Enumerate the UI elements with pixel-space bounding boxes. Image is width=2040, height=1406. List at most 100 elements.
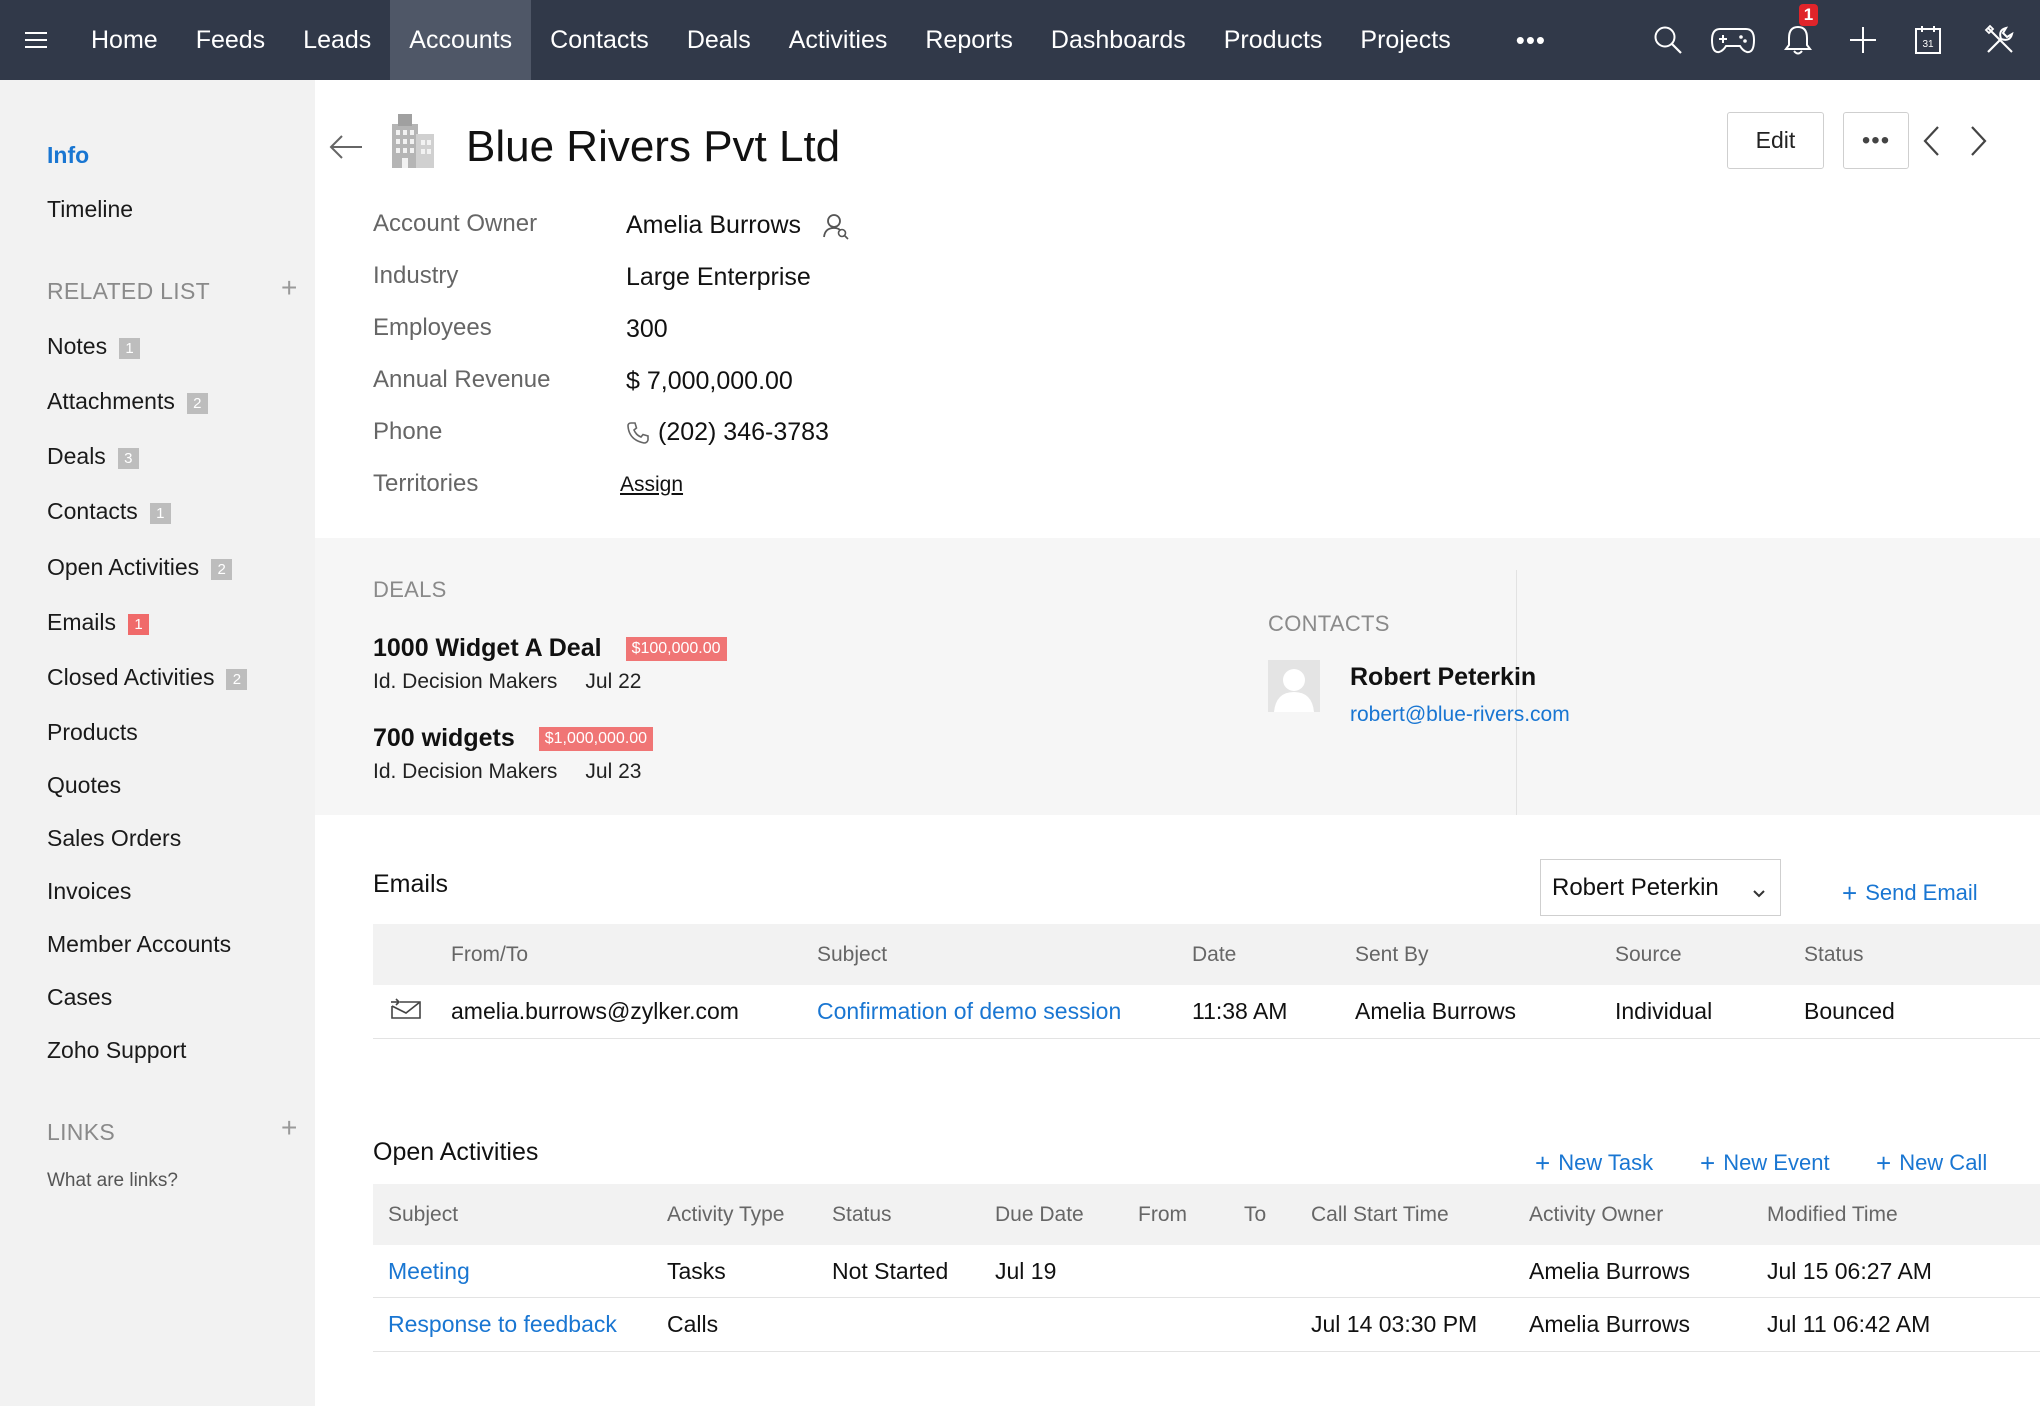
nav-home[interactable]: Home — [72, 0, 177, 80]
email-subject-link[interactable]: Confirmation of demo session — [817, 998, 1121, 1025]
plus-icon[interactable] — [1830, 0, 1895, 80]
sidebar-item-closed-activities[interactable]: Closed Activities 2 — [47, 664, 248, 691]
nav-reports[interactable]: Reports — [906, 0, 1032, 80]
activity-status: Not Started — [832, 1258, 949, 1284]
activity-due-date: Jul 19 — [995, 1258, 1057, 1284]
count-badge: 1 — [119, 338, 141, 359]
add-link-icon[interactable]: + — [281, 1112, 297, 1144]
gamepad-icon[interactable] — [1700, 0, 1765, 80]
new-call-button[interactable]: + New Call — [1876, 1146, 1987, 1178]
email-contact-dropdown[interactable]: Robert Peterkin — [1540, 859, 1781, 916]
nav-deals[interactable]: Deals — [668, 0, 770, 80]
assign-territory-link[interactable]: Assign — [620, 473, 683, 497]
contacts-heading: CONTACTS — [1268, 611, 1390, 636]
nav-utility-icons: 1 31 — [1635, 0, 2040, 80]
deal-item[interactable]: 1000 Widget A Deal $100,000.00 — [373, 634, 727, 663]
field-label-phone: Phone — [373, 418, 443, 445]
sidebar-item-timeline[interactable]: Timeline — [47, 196, 133, 223]
sidebar-item-quotes[interactable]: Quotes — [47, 772, 121, 799]
column-header[interactable]: Activity Type — [667, 1203, 785, 1227]
contact-name[interactable]: Robert Peterkin — [1350, 663, 1536, 692]
nav-accounts[interactable]: Accounts — [390, 0, 532, 80]
email-from: amelia.burrows@zylker.com — [451, 998, 739, 1024]
what-are-links-link[interactable]: What are links? — [47, 1170, 178, 1192]
column-header[interactable]: Activity Owner — [1529, 1203, 1663, 1227]
sidebar-item-open-activities[interactable]: Open Activities 2 — [47, 554, 233, 581]
nav-products[interactable]: Products — [1205, 0, 1342, 80]
column-header[interactable]: Subject — [388, 1203, 458, 1227]
sidebar-item-label: Attachments — [47, 388, 175, 414]
nav-feeds[interactable]: Feeds — [177, 0, 284, 80]
plus-icon: + — [1535, 1148, 1551, 1178]
activity-subject-link[interactable]: Meeting — [388, 1258, 470, 1285]
column-header[interactable]: Status — [832, 1203, 892, 1227]
column-header[interactable]: Status — [1804, 943, 1864, 967]
bell-icon[interactable]: 1 — [1765, 0, 1830, 80]
column-header[interactable]: Sent By — [1355, 943, 1429, 967]
previous-record-icon[interactable] — [1921, 124, 1943, 163]
tools-icon[interactable] — [1960, 0, 2040, 80]
email-contact-selected: Robert Peterkin — [1552, 873, 1719, 901]
count-badge: 3 — [117, 448, 139, 469]
sidebar-item-emails[interactable]: Emails 1 — [47, 609, 150, 636]
column-header[interactable]: Subject — [817, 943, 887, 967]
sidebar-item-label: Emails — [47, 609, 117, 635]
contact-email-link[interactable]: robert@blue-rivers.com — [1350, 703, 1570, 727]
deal-item[interactable]: 700 widgets $1,000,000.00 — [373, 724, 654, 753]
nav-dashboards[interactable]: Dashboards — [1032, 0, 1205, 80]
sidebar-item-deals[interactable]: Deals 3 — [47, 443, 139, 470]
sidebar-item-info[interactable]: Info — [47, 142, 89, 169]
column-header[interactable]: To — [1244, 1203, 1266, 1227]
send-email-button[interactable]: + Send Email — [1842, 876, 1978, 908]
calendar-icon[interactable]: 31 — [1895, 0, 1960, 80]
field-label-annual-revenue: Annual Revenue — [373, 366, 551, 393]
column-header[interactable]: Source — [1615, 943, 1682, 967]
sidebar-item-member-accounts[interactable]: Member Accounts — [47, 931, 231, 958]
sidebar-item-label: Open Activities — [47, 554, 200, 580]
row-divider — [373, 1297, 2040, 1298]
sidebar-item-products[interactable]: Products — [47, 719, 138, 746]
field-value-phone: (202) 346-3783 — [626, 418, 829, 447]
sidebar-item-cases[interactable]: Cases — [47, 984, 112, 1011]
nav-projects[interactable]: Projects — [1341, 0, 1469, 80]
search-icon[interactable] — [1635, 0, 1700, 80]
sidebar-item-invoices[interactable]: Invoices — [47, 878, 131, 905]
nav-activities[interactable]: Activities — [770, 0, 907, 80]
activity-subject-link[interactable]: Response to feedback — [388, 1311, 617, 1338]
new-event-button[interactable]: + New Event — [1700, 1146, 1830, 1178]
nav-contacts[interactable]: Contacts — [531, 0, 668, 80]
field-value-territories: Assign — [620, 473, 683, 497]
column-header[interactable]: Due Date — [995, 1203, 1084, 1227]
top-navigation-bar: Home Feeds Leads Accounts Contacts Deals… — [0, 0, 2040, 80]
phone-number-link[interactable]: (202) 346-3783 — [658, 418, 829, 447]
sidebar-item-sales-orders[interactable]: Sales Orders — [47, 825, 181, 852]
add-related-list-icon[interactable]: + — [281, 272, 297, 304]
sidebar-item-contacts[interactable]: Contacts 1 — [47, 498, 171, 525]
nav-leads[interactable]: Leads — [284, 0, 390, 80]
sidebar-item-attachments[interactable]: Attachments 2 — [47, 388, 208, 415]
field-label-employees: Employees — [373, 314, 492, 341]
sidebar-item-zoho-support[interactable]: Zoho Support — [47, 1037, 186, 1064]
next-record-icon[interactable] — [1967, 124, 1989, 163]
svg-text:31: 31 — [1922, 39, 1934, 50]
new-task-button[interactable]: + New Task — [1535, 1146, 1653, 1178]
envelope-icon — [390, 998, 422, 1026]
column-header[interactable]: Date — [1192, 943, 1236, 967]
deal-meta: Id. Decision Makers Jul 23 — [373, 760, 641, 784]
column-header[interactable]: From — [1138, 1203, 1187, 1227]
user-search-icon[interactable] — [823, 212, 849, 240]
menu-icon[interactable] — [0, 0, 72, 80]
activity-modified-time: Jul 15 06:27 AM — [1767, 1258, 1932, 1284]
column-header[interactable]: Call Start Time — [1311, 1203, 1449, 1227]
field-value-annual-revenue: $ 7,000,000.00 — [626, 367, 793, 395]
edit-button[interactable]: Edit — [1727, 112, 1824, 169]
column-header[interactable]: Modified Time — [1767, 1203, 1898, 1227]
sidebar-item-notes[interactable]: Notes 1 — [47, 333, 141, 360]
building-icon — [388, 112, 438, 175]
nav-more-button[interactable]: ••• — [1470, 0, 1574, 80]
count-badge: 2 — [226, 669, 248, 690]
column-header[interactable]: From/To — [451, 943, 528, 967]
more-options-button[interactable]: ••• — [1843, 112, 1909, 169]
deal-stage: Id. Decision Makers — [373, 760, 558, 783]
back-arrow-icon[interactable] — [328, 132, 364, 167]
